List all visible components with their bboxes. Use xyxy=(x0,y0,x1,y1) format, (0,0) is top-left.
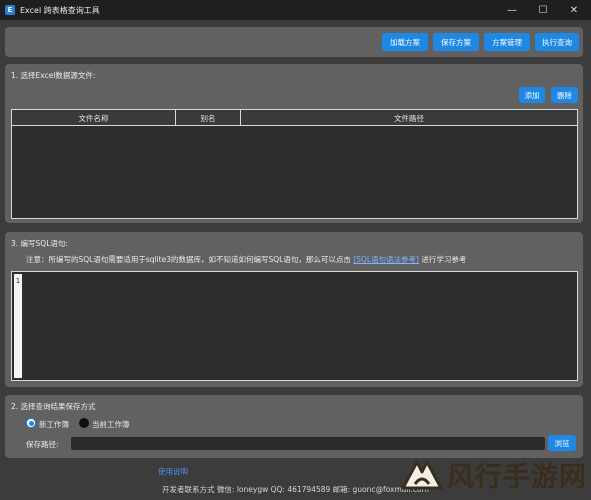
sql-heading: 3. 编写SQL语句: xyxy=(11,239,68,248)
column-header-alias[interactable]: 别名 xyxy=(176,110,241,126)
minimize-icon: — xyxy=(507,4,517,16)
file-table-header: 文件名称 别名 文件路径 xyxy=(12,110,577,126)
sql-syntax-reference-link[interactable]: [SQL语句语法参考] xyxy=(353,255,419,264)
title-bar: E Excel 跨表格查询工具 — ☐ ✕ xyxy=(0,0,591,20)
data-source-panel: 1. 选择Excel数据源文件: 添加 删除 文件名称 别名 文件路径 xyxy=(5,64,583,223)
column-header-file-name[interactable]: 文件名称 xyxy=(12,110,176,126)
data-source-heading: 1. 选择Excel数据源文件: xyxy=(11,71,96,80)
line-number-gutter: 1 xyxy=(14,274,22,378)
toolbar-panel: 加载方案 保存方案 方案管理 执行查询 xyxy=(5,27,583,57)
sql-panel: 3. 编写SQL语句: 注意：所编写的SQL语句需要适用于sqlite3的数据库… xyxy=(5,232,583,387)
radio-new-workbook-label[interactable]: 新工作簿 xyxy=(39,419,69,430)
output-heading: 2. 选择查询结果保存方式 xyxy=(11,402,96,411)
save-path-label: 保存路径: xyxy=(26,440,59,449)
load-scheme-button[interactable]: 加载方案 xyxy=(382,33,428,51)
sql-note-text: 注意：所编写的SQL语句需要适用于sqlite3的数据库，如不知道如何编写SQL… xyxy=(26,255,354,264)
excel-app-icon: E xyxy=(5,5,15,15)
add-file-button[interactable]: 添加 xyxy=(519,87,545,103)
sql-note-suffix: 进行学习参考 xyxy=(418,255,467,264)
save-path-input[interactable] xyxy=(71,437,545,450)
close-icon: ✕ xyxy=(569,4,579,16)
radio-current-workbook-label[interactable]: 当前工作簿 xyxy=(92,419,130,430)
radio-new-workbook[interactable] xyxy=(26,418,36,428)
manage-scheme-button[interactable]: 方案管理 xyxy=(484,33,530,51)
minimize-button[interactable]: — xyxy=(497,0,527,20)
close-button[interactable]: ✕ xyxy=(559,0,589,20)
watermark: 风行手游网 xyxy=(397,454,587,494)
column-header-file-path[interactable]: 文件路径 xyxy=(241,110,577,126)
browse-button[interactable]: 浏览 xyxy=(548,435,576,451)
window-title: Excel 跨表格查询工具 xyxy=(20,5,100,15)
watermark-logo xyxy=(397,454,447,494)
watermark-text: 风行手游网 xyxy=(447,461,587,493)
sql-editor[interactable]: 1 xyxy=(11,271,578,381)
sql-note: 注意：所编写的SQL语句需要适用于sqlite3的数据库，如不知道如何编写SQL… xyxy=(26,254,466,265)
file-table[interactable]: 文件名称 别名 文件路径 xyxy=(11,109,578,219)
maximize-button[interactable]: ☐ xyxy=(528,0,558,20)
output-panel: 2. 选择查询结果保存方式 新工作簿 当前工作簿 保存路径: 浏览 xyxy=(5,395,583,458)
radio-current-workbook[interactable] xyxy=(79,418,89,428)
save-scheme-button[interactable]: 保存方案 xyxy=(433,33,479,51)
usage-instructions-link[interactable]: 使用说明 xyxy=(158,466,188,477)
maximize-icon: ☐ xyxy=(538,4,548,16)
run-query-button[interactable]: 执行查询 xyxy=(535,33,579,51)
delete-file-button[interactable]: 删除 xyxy=(551,87,578,103)
